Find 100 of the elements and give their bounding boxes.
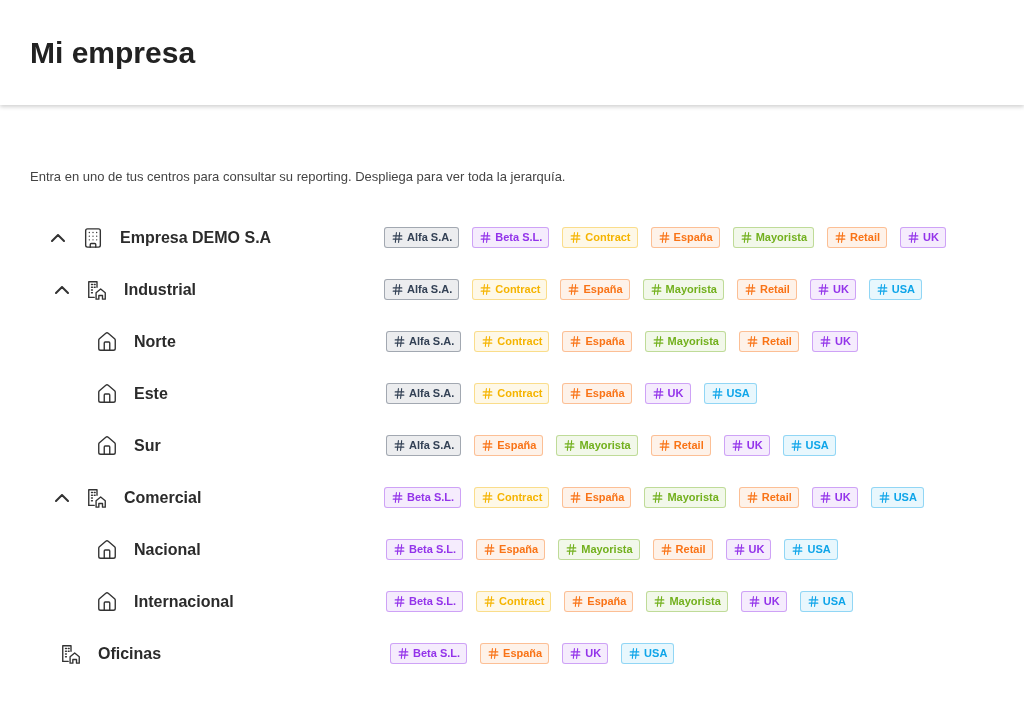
tag-label: España [497,438,537,454]
tag-label: USA [893,490,917,506]
tag-label: Beta S.L. [413,646,461,662]
tag-label: Alfa S.A. [407,230,453,246]
hash-icon [745,335,759,348]
hash-icon [747,595,761,608]
hash-icon [569,231,583,244]
tag-label: Retail [761,334,792,350]
tree-item-label[interactable]: Empresa DEMO S.A [120,228,272,246]
tag-label: UK [748,542,765,558]
tag-label: Mayorista [667,490,719,506]
tag-label: USA [805,438,829,454]
chevron-up-icon [55,493,69,502]
tree-item-label[interactable]: Comercial [124,488,202,506]
tree-item-label[interactable]: Oficinas [98,644,162,662]
hash-icon [651,491,665,504]
house-icon [96,590,118,613]
tag-label: Alfa S.A. [409,386,455,402]
hash-icon [818,335,832,348]
hash-icon [649,283,663,296]
tag-label: Alfa S.A. [409,334,455,350]
hash-icon [571,595,585,608]
hash-icon [745,491,759,504]
hash-icon [393,595,406,608]
hash-icon [818,491,832,504]
tag-label: Retail [675,542,706,558]
hash-icon [834,231,848,244]
hash-icon [659,543,673,556]
tag-label: Beta S.L. [495,230,543,246]
tree-item-label[interactable]: Norte [134,332,176,350]
tag-label: UK [667,386,684,402]
tag-label: UK [834,490,851,506]
building-house-icon [60,642,82,665]
tag-label: Retail [759,282,790,298]
tag-label: UK [923,230,939,246]
tag-label: Mayorista [667,334,719,350]
hash-icon [732,543,746,556]
hash-icon [479,231,493,244]
tag-label: España [499,542,539,558]
tag-label: España [585,334,625,350]
tag-label: Alfa S.A. [407,282,453,298]
hash-icon [657,231,671,244]
hash-icon [483,543,497,556]
hash-icon [569,491,583,504]
hash-icon [651,335,665,348]
tag-label: Contract [499,594,545,610]
hash-icon [391,231,404,244]
hash-icon [791,543,805,556]
tag-label: Retail [673,438,704,454]
hash-icon [391,491,404,504]
hash-icon [481,439,495,452]
house-icon [96,382,118,405]
hash-icon [730,439,744,452]
tag-label: España [673,230,713,246]
tag-label: España [503,646,543,662]
tag-label: UK [746,438,763,454]
tree-item-label[interactable]: Nacional [134,540,201,558]
hash-icon [393,543,406,556]
hash-icon [653,595,667,608]
tag-label: UK [585,646,602,662]
tag-label: Mayorista [669,594,721,610]
house-icon [96,538,118,561]
tag-label: Beta S.L. [409,542,457,558]
tag-label: Mayorista [579,438,631,454]
hash-icon [481,335,495,348]
hash-icon [743,283,757,296]
hash-icon [563,439,577,452]
tag-label: Mayorista [665,282,717,298]
hash-icon [657,439,671,452]
hash-icon [569,387,583,400]
hash-icon [481,387,495,400]
page-title: Mi empresa [30,35,196,71]
hash-icon [567,283,581,296]
tag-label: Contract [495,282,541,298]
hash-icon [483,595,497,608]
hash-icon [569,335,583,348]
tree-item-label[interactable]: Internacional [134,592,234,610]
tag-label: Retail [850,230,880,246]
tag-label: USA [726,386,750,402]
tag-label: España [585,386,625,402]
tag-label: UK [834,334,851,350]
hash-icon [628,647,642,660]
hash-icon [391,283,404,296]
hash-icon [816,283,830,296]
chevron-up-icon [51,233,65,242]
tree-item-label[interactable]: Sur [134,436,161,454]
hash-icon [710,387,724,400]
hash-icon [877,491,891,504]
building-icon [82,226,104,249]
hash-icon [487,647,501,660]
tag-label: Contract [497,490,543,506]
hash-icon [565,543,579,556]
tag-label: USA [644,646,668,662]
tag-label: Mayorista [581,542,633,558]
chevron-up-icon [55,285,69,294]
hash-icon [481,491,495,504]
tag-label: UK [763,594,780,610]
tree-item-label[interactable]: Industrial [124,280,196,298]
tree-item-label[interactable]: Este [134,384,168,402]
tag-label: Mayorista [755,230,808,246]
